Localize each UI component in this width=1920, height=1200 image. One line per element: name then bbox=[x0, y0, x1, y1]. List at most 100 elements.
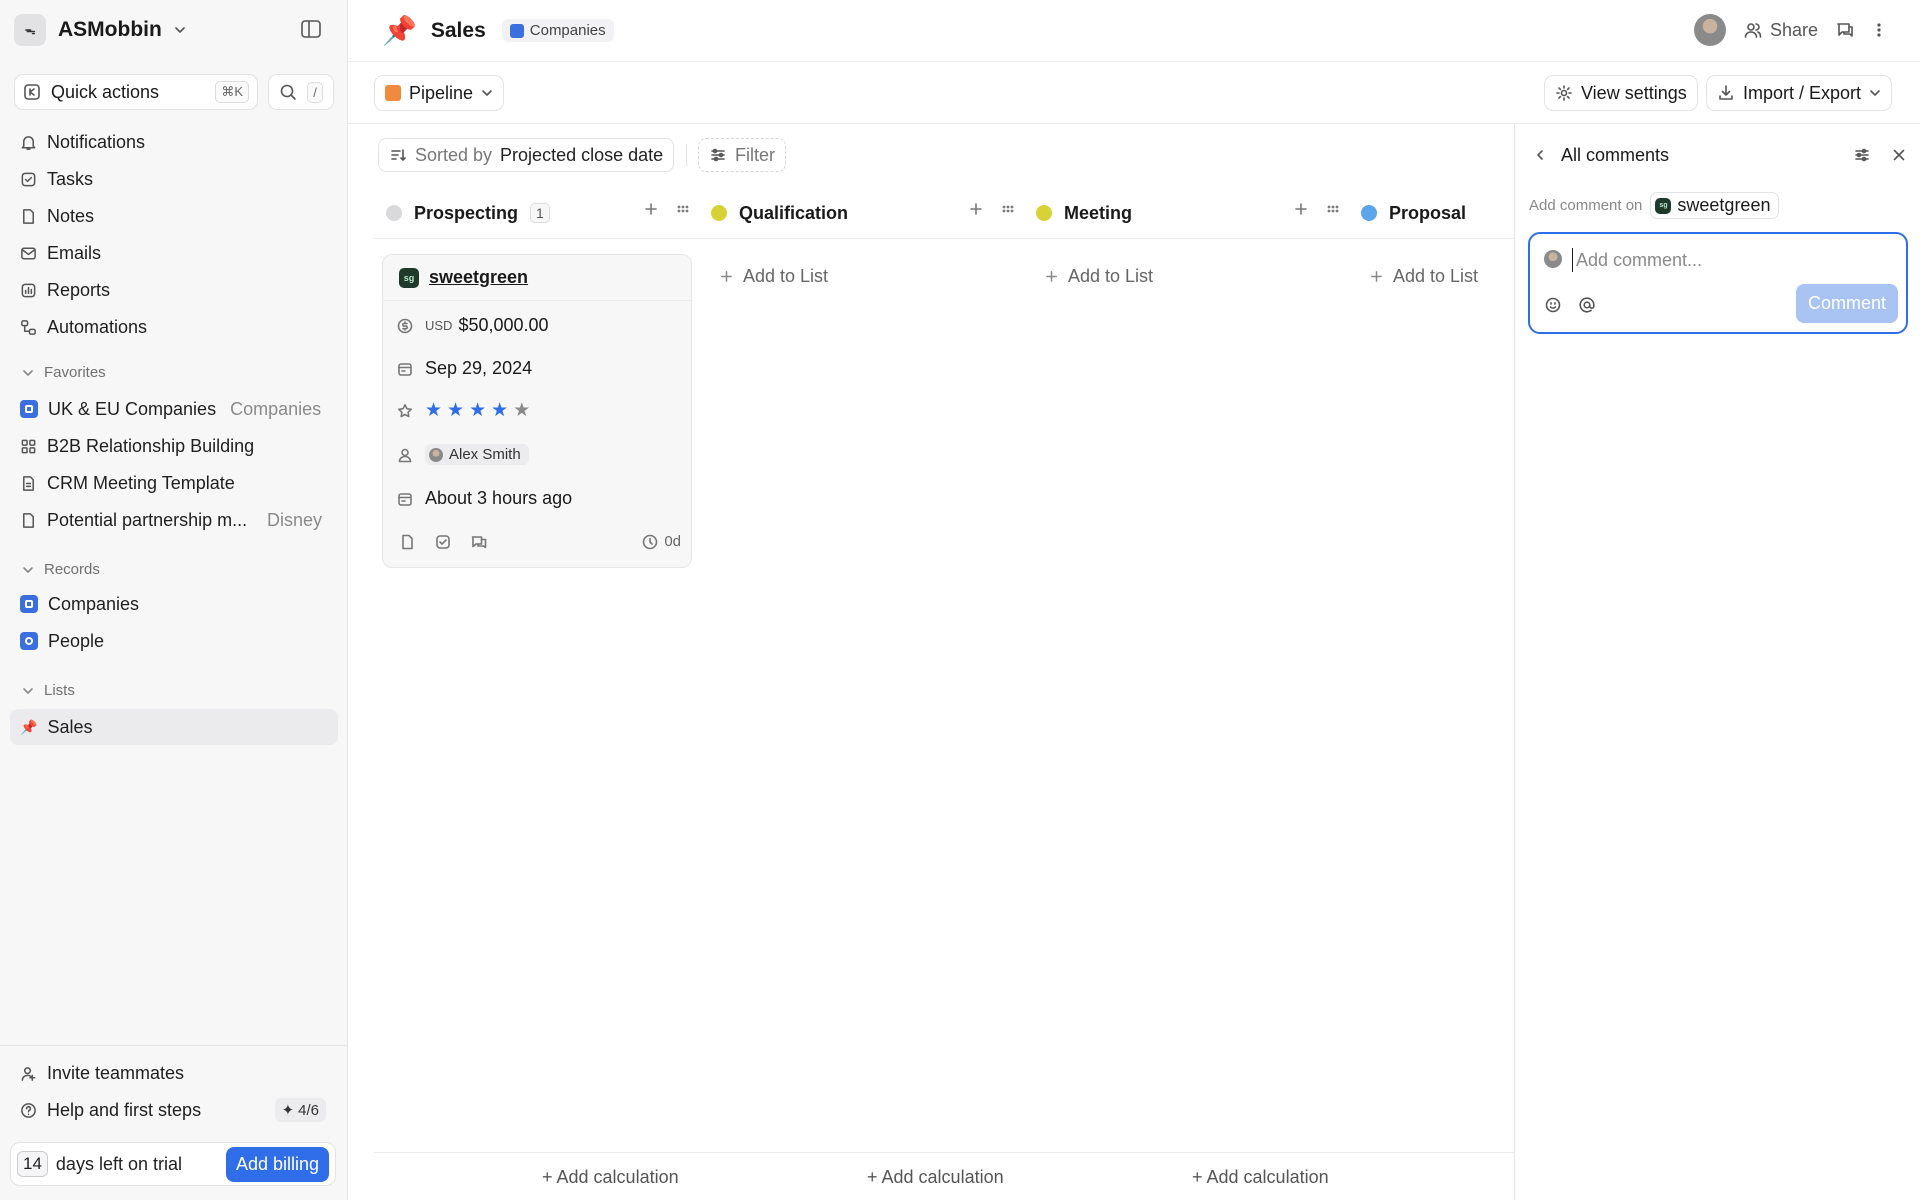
bell-icon bbox=[21, 135, 36, 150]
column-actions bbox=[644, 202, 690, 216]
avatar bbox=[1544, 250, 1562, 268]
add-comment-on-label: Add comment on bbox=[1529, 197, 1643, 214]
star-filled-icon[interactable]: ★ bbox=[425, 401, 442, 420]
add-calculation-button[interactable]: + Add calculation bbox=[542, 1167, 679, 1188]
comments-title: All comments bbox=[1561, 144, 1670, 165]
list-item-sales[interactable]: 📌 Sales bbox=[10, 709, 338, 745]
help-first-steps-button[interactable]: Help and first steps ✦ 4/6 bbox=[10, 1092, 338, 1128]
object-badge[interactable]: Companies bbox=[501, 19, 614, 42]
note-icon[interactable] bbox=[399, 534, 415, 550]
chevron-down-icon bbox=[23, 369, 33, 376]
star-filled-icon[interactable]: ★ bbox=[447, 401, 464, 420]
plus-icon[interactable] bbox=[969, 202, 983, 216]
star-filled-icon[interactable]: ★ bbox=[469, 401, 486, 420]
chat-icon[interactable] bbox=[1836, 21, 1854, 39]
nav-label: Reports bbox=[47, 279, 111, 300]
import-export-button[interactable]: Import / Export bbox=[1706, 75, 1893, 111]
sort-button[interactable]: Sorted by Projected close date bbox=[378, 138, 675, 172]
star-filled-icon[interactable]: ★ bbox=[491, 401, 508, 420]
avatar[interactable] bbox=[1693, 14, 1726, 46]
add-calculation-button[interactable]: + Add calculation bbox=[1192, 1167, 1329, 1188]
sidebar: ᯓ ASMobbin Quick actions ⌘K / Notificati… bbox=[0, 0, 348, 1200]
nav-label: Notifications bbox=[47, 131, 146, 152]
add-billing-button[interactable]: Add billing bbox=[225, 1146, 329, 1182]
import-export-label: Import / Export bbox=[1743, 82, 1862, 103]
progress-value: 4/6 bbox=[298, 1101, 319, 1119]
nav-emails[interactable]: Emails bbox=[10, 235, 338, 271]
lists-section-header[interactable]: Lists bbox=[22, 682, 75, 699]
star-empty-icon[interactable]: ★ bbox=[513, 401, 530, 420]
nav-tasks[interactable]: Tasks bbox=[10, 161, 338, 197]
add-calculation-button[interactable]: + Add calculation bbox=[867, 1167, 1004, 1188]
share-label: Share bbox=[1769, 19, 1818, 40]
favorite-label: B2B Relationship Building bbox=[47, 435, 255, 456]
share-button[interactable]: Share bbox=[1744, 20, 1818, 41]
favorite-item-partnership[interactable]: Potential partnership m... Disney bbox=[10, 502, 338, 538]
column-header-proposal[interactable]: Proposal bbox=[1361, 196, 1466, 230]
sidebar-toggle-icon[interactable] bbox=[300, 18, 322, 40]
more-vertical-icon[interactable] bbox=[1872, 21, 1886, 39]
nav-automations[interactable]: Automations bbox=[10, 309, 338, 345]
pin-icon: 📌 bbox=[382, 15, 417, 46]
nav-notifications[interactable]: Notifications bbox=[10, 124, 338, 160]
drag-handle-icon[interactable] bbox=[1326, 202, 1340, 216]
owner-chip[interactable]: Alex Smith bbox=[425, 444, 529, 465]
view-settings-button[interactable]: View settings bbox=[1544, 75, 1698, 111]
rating-stars[interactable]: ★ ★ ★ ★ ★ bbox=[425, 401, 530, 420]
drag-handle-icon[interactable] bbox=[1001, 202, 1015, 216]
emoji-icon[interactable] bbox=[1544, 296, 1562, 314]
chevron-left-icon[interactable] bbox=[1533, 148, 1547, 162]
column-header-qualification[interactable]: Qualification bbox=[711, 196, 848, 230]
section-title: Favorites bbox=[44, 364, 106, 381]
plus-icon[interactable] bbox=[644, 202, 658, 216]
favorite-item-b2b[interactable]: B2B Relationship Building bbox=[10, 428, 338, 464]
search-button[interactable]: / bbox=[268, 74, 334, 110]
record-item-people[interactable]: People bbox=[10, 623, 338, 659]
clock-icon bbox=[643, 534, 658, 549]
records-section-header[interactable]: Records bbox=[22, 561, 100, 578]
quick-actions-shortcut: ⌘K bbox=[215, 81, 249, 103]
nav-label: Notes bbox=[47, 205, 95, 226]
comment-submit-button[interactable]: Comment bbox=[1795, 284, 1898, 323]
comment-icon[interactable] bbox=[471, 534, 487, 550]
mention-icon[interactable] bbox=[1578, 296, 1596, 314]
trial-text: days left on trial bbox=[55, 1153, 182, 1174]
record-item-companies[interactable]: Companies bbox=[10, 586, 338, 622]
workspace-switcher[interactable]: ᯓ ASMobbin bbox=[14, 12, 186, 48]
comments-panel: All comments Add comment on sg sweetgree… bbox=[1514, 124, 1920, 1200]
age-value: 0d bbox=[664, 533, 681, 550]
drag-handle-icon[interactable] bbox=[676, 202, 690, 216]
company-logo: sg bbox=[399, 267, 419, 288]
add-to-list-button[interactable]: Add to List bbox=[1045, 266, 1153, 287]
view-selector[interactable]: Pipeline bbox=[374, 75, 505, 111]
nav-reports[interactable]: Reports bbox=[10, 272, 338, 308]
comment-input[interactable] bbox=[1572, 248, 1882, 272]
sparkle-icon: ✦ bbox=[281, 1102, 295, 1119]
quick-actions-button[interactable]: Quick actions ⌘K bbox=[14, 74, 258, 110]
chevron-down-icon bbox=[482, 90, 492, 96]
invite-teammates-button[interactable]: Invite teammates bbox=[10, 1055, 338, 1091]
filter-button[interactable]: Filter bbox=[698, 138, 786, 172]
record-chip[interactable]: sg sweetgreen bbox=[1650, 192, 1780, 219]
task-icon[interactable] bbox=[435, 534, 451, 550]
plus-icon[interactable] bbox=[1294, 202, 1308, 216]
add-to-list-button[interactable]: Add to List bbox=[1370, 266, 1478, 287]
nav-notes[interactable]: Notes bbox=[10, 198, 338, 234]
favorite-item-uk-eu-companies[interactable]: UK & EU Companies Companies bbox=[10, 391, 338, 427]
search-shortcut: / bbox=[307, 81, 323, 103]
column-header-meeting[interactable]: Meeting bbox=[1036, 196, 1132, 230]
sort-icon bbox=[391, 149, 406, 161]
close-icon[interactable] bbox=[1891, 147, 1907, 163]
favorites-section-header[interactable]: Favorites bbox=[22, 364, 106, 381]
file-icon bbox=[23, 512, 34, 528]
favorite-item-crm-template[interactable]: CRM Meeting Template bbox=[10, 465, 338, 501]
companies-icon bbox=[509, 23, 524, 38]
command-icon bbox=[24, 84, 40, 100]
settings-sliders-icon[interactable] bbox=[1853, 146, 1871, 164]
column-header-prospecting[interactable]: Prospecting 1 bbox=[386, 196, 550, 230]
add-to-list-button[interactable]: Add to List bbox=[720, 266, 828, 287]
card-company-link[interactable]: sweetgreen bbox=[429, 267, 528, 288]
invite-label: Invite teammates bbox=[47, 1062, 185, 1083]
add-to-list-label: Add to List bbox=[743, 266, 829, 286]
deal-card[interactable]: sg sweetgreen USD $50,000.00 Sep 29, 202… bbox=[382, 254, 692, 568]
